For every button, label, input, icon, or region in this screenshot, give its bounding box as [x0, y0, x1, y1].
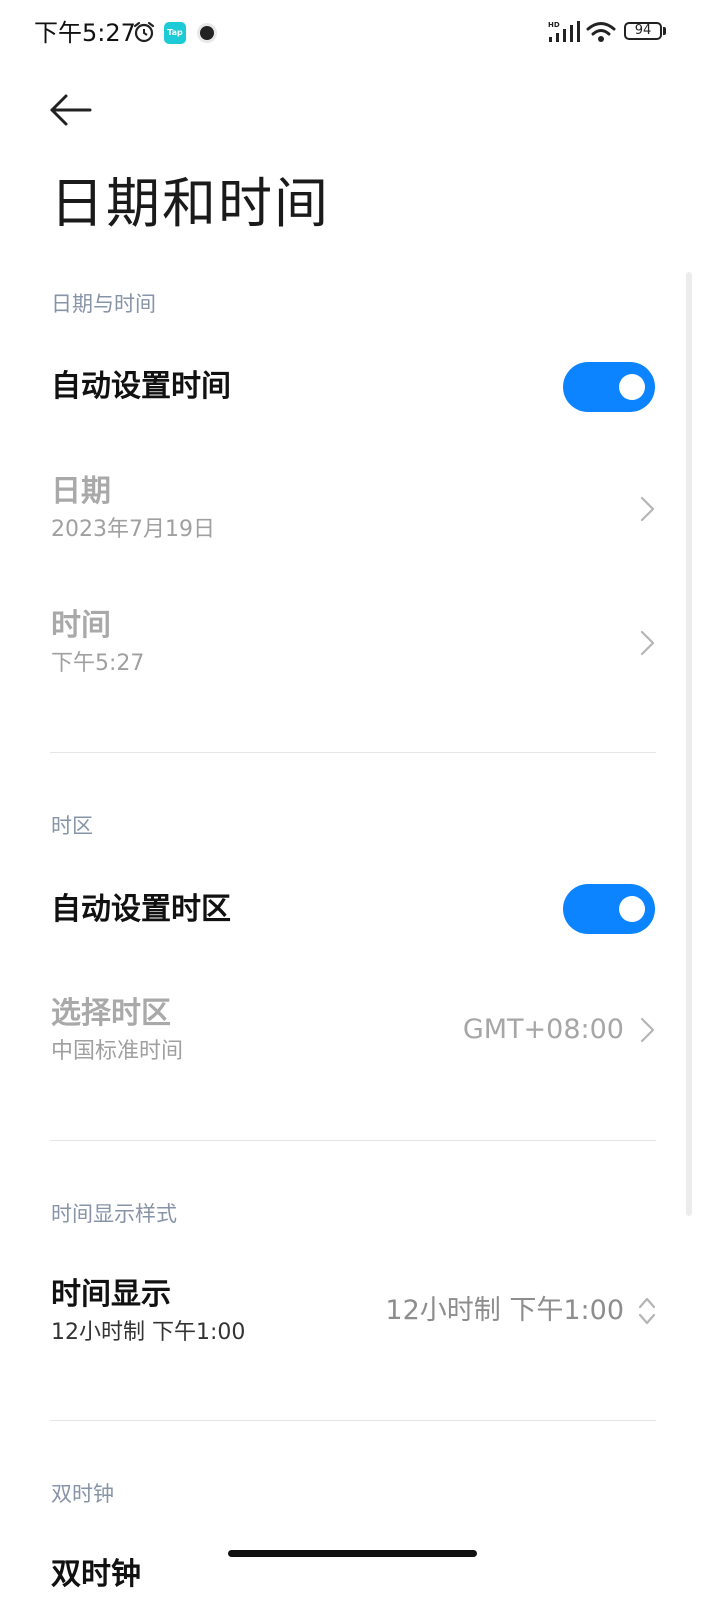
section-header-timezone: 时区 — [51, 814, 93, 838]
status-time: 下午5:27 — [34, 19, 136, 47]
date-row[interactable] — [0, 462, 680, 562]
section-header-datetime: 日期与时间 — [51, 292, 156, 316]
time-row[interactable] — [0, 596, 680, 696]
auto-time-toggle[interactable] — [563, 362, 655, 412]
divider — [50, 1420, 656, 1421]
auto-zone-toggle[interactable] — [563, 884, 655, 934]
section-header-format: 时间显示样式 — [51, 1202, 177, 1226]
alarm-icon — [133, 21, 155, 43]
divider — [50, 752, 656, 753]
section-header-dual-clock: 双时钟 — [51, 1482, 114, 1506]
tap-app-label: Tap — [167, 28, 183, 37]
dot-icon — [197, 23, 217, 43]
divider — [50, 1140, 656, 1141]
auto-zone-label: 自动设置时区 — [51, 892, 231, 927]
tap-app-icon: Tap — [164, 22, 186, 44]
arrow-left-icon — [50, 94, 92, 126]
battery-icon: 94 — [624, 22, 662, 40]
hd-signal-icon: HD — [548, 21, 580, 42]
status-bar: 下午5:27 Tap HD 94 — [0, 0, 720, 64]
auto-time-label: 自动设置时间 — [51, 369, 231, 404]
time-display-row[interactable] — [0, 1264, 680, 1364]
toggle-knob — [619, 896, 645, 922]
wifi-icon — [586, 22, 616, 42]
battery-level: 94 — [634, 23, 652, 38]
page-title: 日期和时间 — [50, 172, 330, 235]
svg-text:HD: HD — [548, 21, 560, 29]
select-zone-row[interactable] — [0, 984, 680, 1084]
scrollbar[interactable] — [686, 272, 692, 1216]
battery-tip — [663, 27, 666, 35]
back-button[interactable] — [44, 88, 100, 132]
dual-clock-label[interactable]: 双时钟 — [51, 1555, 141, 1595]
toggle-knob — [619, 374, 645, 400]
home-indicator[interactable] — [228, 1550, 477, 1557]
